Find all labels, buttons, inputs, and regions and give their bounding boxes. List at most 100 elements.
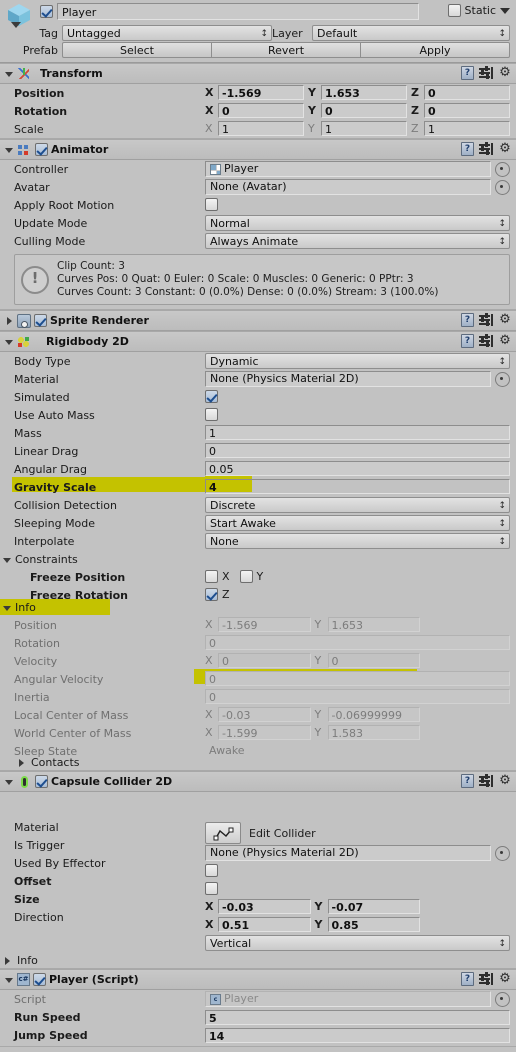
is-trigger-checkbox[interactable]: [205, 864, 218, 877]
player-script-enabled-checkbox[interactable]: [33, 973, 46, 986]
component-header-animator[interactable]: Animator ⚙: [0, 139, 516, 160]
rb-simulated-label: Simulated: [14, 390, 70, 404]
freeze-position-x-checkbox[interactable]: [205, 570, 218, 583]
animator-controller-field[interactable]: Player: [205, 161, 491, 177]
update-mode-dropdown[interactable]: Normal: [205, 215, 510, 231]
cc-size-x[interactable]: 0.51: [218, 917, 311, 932]
interpolate-dropdown[interactable]: None: [205, 533, 510, 549]
help-icon[interactable]: [461, 334, 474, 348]
run-speed-field[interactable]: 5: [205, 1010, 510, 1025]
sprite-renderer-foldout-icon[interactable]: [4, 315, 15, 326]
gear-icon[interactable]: ⚙: [498, 313, 512, 327]
controller-object-picker-icon[interactable]: [495, 161, 510, 177]
freeze-position-y-checkbox[interactable]: [239, 570, 253, 583]
component-header-capsule-collider-2d[interactable]: Capsule Collider 2D ⚙: [0, 771, 516, 792]
gear-icon[interactable]: ⚙: [498, 972, 512, 986]
constraints-foldout-icon[interactable]: [2, 554, 13, 565]
transform-scale-x[interactable]: 1: [218, 121, 304, 136]
rb-info-foldout-icon[interactable]: [2, 602, 13, 613]
animator-icon: [17, 143, 31, 157]
linear-drag-field[interactable]: 0: [205, 443, 510, 458]
component-header-transform[interactable]: Transform ⚙: [0, 63, 516, 84]
transform-rotation-z[interactable]: 0: [424, 103, 510, 118]
apply-root-motion-checkbox[interactable]: [205, 198, 218, 211]
help-icon[interactable]: [461, 972, 474, 986]
cc-offset-y[interactable]: -0.07: [327, 899, 420, 914]
transform-position-z[interactable]: 0: [424, 85, 510, 100]
tag-dropdown[interactable]: Untagged: [62, 25, 272, 41]
cc-material-object-picker-icon[interactable]: [495, 845, 510, 861]
transform-scale-z[interactable]: 1: [424, 121, 510, 136]
layer-dropdown[interactable]: Default: [312, 25, 510, 41]
cc-material-field[interactable]: None (Physics Material 2D): [205, 845, 491, 861]
capsule-collider-enabled-checkbox[interactable]: [35, 775, 48, 788]
help-icon[interactable]: [461, 313, 474, 327]
use-auto-mass-checkbox[interactable]: [205, 408, 218, 421]
gear-icon[interactable]: ⚙: [498, 334, 512, 348]
gameobject-name-field[interactable]: Player: [57, 3, 419, 20]
avatar-object-picker-icon[interactable]: [495, 179, 510, 195]
rb-material-label: Material: [14, 372, 59, 386]
axis-x-label: X: [205, 86, 214, 99]
gravity-scale-field[interactable]: 4: [205, 479, 510, 494]
preset-icon[interactable]: [479, 313, 493, 327]
transform-position-x[interactable]: -1.569: [218, 85, 304, 100]
animator-foldout-icon[interactable]: [4, 144, 15, 155]
used-by-effector-checkbox[interactable]: [205, 882, 218, 895]
gear-icon[interactable]: ⚙: [498, 66, 512, 80]
gear-icon[interactable]: ⚙: [498, 774, 512, 788]
preset-icon[interactable]: [479, 774, 493, 788]
animator-enabled-checkbox[interactable]: [35, 143, 48, 156]
rigidbody2d-foldout-icon[interactable]: [4, 336, 15, 347]
prefab-apply-button[interactable]: Apply: [361, 42, 510, 58]
gameobject-enabled-checkbox[interactable]: [40, 5, 53, 18]
static-dropdown-icon[interactable]: [500, 7, 510, 14]
prefab-revert-button[interactable]: Revert: [212, 42, 361, 58]
transform-rotation-x[interactable]: 0: [218, 103, 304, 118]
cc-info-foldout-row[interactable]: Info: [0, 952, 516, 968]
help-icon[interactable]: [461, 66, 474, 80]
cc-offset-x[interactable]: -0.03: [218, 899, 311, 914]
static-checkbox[interactable]: [447, 4, 461, 17]
rb-material-field[interactable]: None (Physics Material 2D): [205, 371, 491, 387]
preset-icon[interactable]: [479, 66, 493, 80]
angular-drag-field[interactable]: 0.05: [205, 461, 510, 476]
rigidbody2d-info-section: Info Position X -1.569 Y 1.653 Rotation 0 …: [0, 598, 516, 758]
help-icon[interactable]: [461, 142, 474, 156]
contacts-foldout-icon[interactable]: [16, 757, 27, 768]
animator-avatar-field[interactable]: None (Avatar): [205, 179, 491, 195]
cc-size-y[interactable]: 0.85: [327, 917, 420, 932]
component-header-rigidbody2d[interactable]: Rigidbody 2D ⚙: [0, 331, 516, 352]
component-header-sprite-renderer[interactable]: Sprite Renderer ⚙: [0, 310, 516, 331]
edit-collider-button[interactable]: [205, 822, 241, 844]
body-type-dropdown[interactable]: Dynamic: [205, 353, 510, 369]
transform-foldout-icon[interactable]: [4, 68, 15, 79]
capsule-collider-foldout-icon[interactable]: [4, 776, 15, 787]
player-script-foldout-icon[interactable]: [4, 974, 15, 985]
csharp-script-icon: c#: [17, 973, 30, 986]
prefab-select-button[interactable]: Select: [62, 42, 212, 58]
collision-detection-dropdown[interactable]: Discrete: [205, 497, 510, 513]
mass-field[interactable]: 1: [205, 425, 510, 440]
direction-dropdown[interactable]: Vertical: [205, 935, 510, 951]
transform-rotation-y[interactable]: 0: [321, 103, 407, 118]
axis-y-label: Y: [308, 86, 316, 99]
help-icon[interactable]: [461, 774, 474, 788]
sleeping-mode-dropdown[interactable]: Start Awake: [205, 515, 510, 531]
rb-info-angular-velocity-label: Angular Velocity: [14, 672, 104, 686]
animator-body: Controller Player Avatar None (Avatar) A…: [0, 160, 516, 250]
rb-material-object-picker-icon[interactable]: [495, 371, 510, 387]
culling-mode-dropdown[interactable]: Always Animate: [205, 233, 510, 249]
constraints-foldout-row[interactable]: Constraints: [0, 550, 516, 568]
gear-icon[interactable]: ⚙: [498, 142, 512, 156]
transform-position-y[interactable]: 1.653: [321, 85, 407, 100]
transform-scale-y[interactable]: 1: [321, 121, 407, 136]
rb-sleeping-mode-label: Sleeping Mode: [14, 516, 96, 530]
sprite-renderer-enabled-checkbox[interactable]: [34, 314, 47, 327]
preset-icon[interactable]: [479, 972, 493, 986]
simulated-checkbox[interactable]: [205, 390, 218, 403]
cc-info-foldout-icon[interactable]: [2, 955, 13, 966]
component-header-player-script[interactable]: c# Player (Script) ⚙: [0, 969, 516, 990]
preset-icon[interactable]: [479, 334, 493, 348]
preset-icon[interactable]: [479, 142, 493, 156]
